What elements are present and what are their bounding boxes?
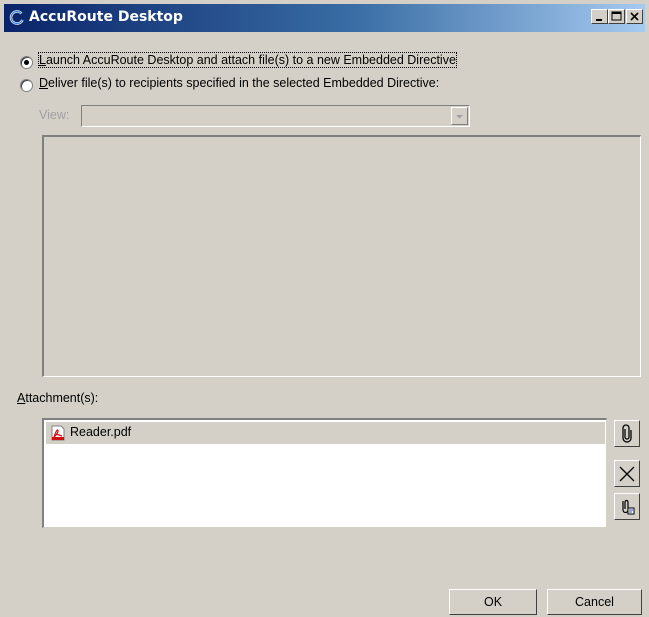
attach-document-button[interactable] <box>614 493 640 520</box>
chevron-down-icon <box>456 115 463 119</box>
radio-selected-dot <box>24 60 29 65</box>
directive-list-panel[interactable] <box>42 135 641 377</box>
window-title: AccuRoute Desktop <box>29 9 183 25</box>
close-button[interactable] <box>626 9 643 24</box>
accuroute-dialog: AccuRoute Desktop Launch AccuRoute Deskt… <box>0 0 649 617</box>
attachments-list[interactable]: Reader.pdf <box>42 418 607 528</box>
title-bar[interactable]: AccuRoute Desktop <box>4 4 645 32</box>
deliver-option-label[interactable]: Deliver file(s) to recipients specified … <box>39 76 439 90</box>
paperclip-icon <box>622 424 632 443</box>
remove-attachment-button[interactable] <box>614 460 640 487</box>
minimize-button[interactable] <box>591 9 608 24</box>
accuroute-logo-icon <box>9 10 24 25</box>
add-attachment-button[interactable] <box>614 420 640 447</box>
attachments-label: Attachment(s): <box>17 391 98 405</box>
view-dropdown[interactable] <box>81 105 470 127</box>
pdf-file-icon <box>51 425 65 441</box>
launch-option-label[interactable]: Launch AccuRoute Desktop and attach file… <box>38 52 457 68</box>
launch-access-key: L <box>39 53 46 67</box>
close-icon <box>630 12 639 21</box>
view-label: View: <box>39 108 70 122</box>
attachment-filename: Reader.pdf <box>70 425 132 439</box>
ok-button[interactable]: OK <box>449 589 537 615</box>
list-item[interactable]: Reader.pdf <box>46 422 605 444</box>
delete-x-icon <box>619 466 635 482</box>
cancel-button[interactable]: Cancel <box>547 589 642 615</box>
launch-option-text: aunch AccuRoute Desktop and attach file(… <box>45 53 456 67</box>
launch-radio[interactable] <box>20 56 33 69</box>
deliver-option-text: eliver file(s) to recipients specified i… <box>48 76 440 90</box>
deliver-radio[interactable] <box>20 79 33 92</box>
maximize-icon <box>611 11 622 21</box>
attachments-label-text: ttachment(s): <box>25 391 99 405</box>
maximize-button[interactable] <box>608 9 625 24</box>
minimize-icon <box>596 19 602 21</box>
deliver-access-key: D <box>39 76 49 90</box>
view-dropdown-button[interactable] <box>451 107 468 125</box>
attach-document-icon <box>622 499 635 515</box>
